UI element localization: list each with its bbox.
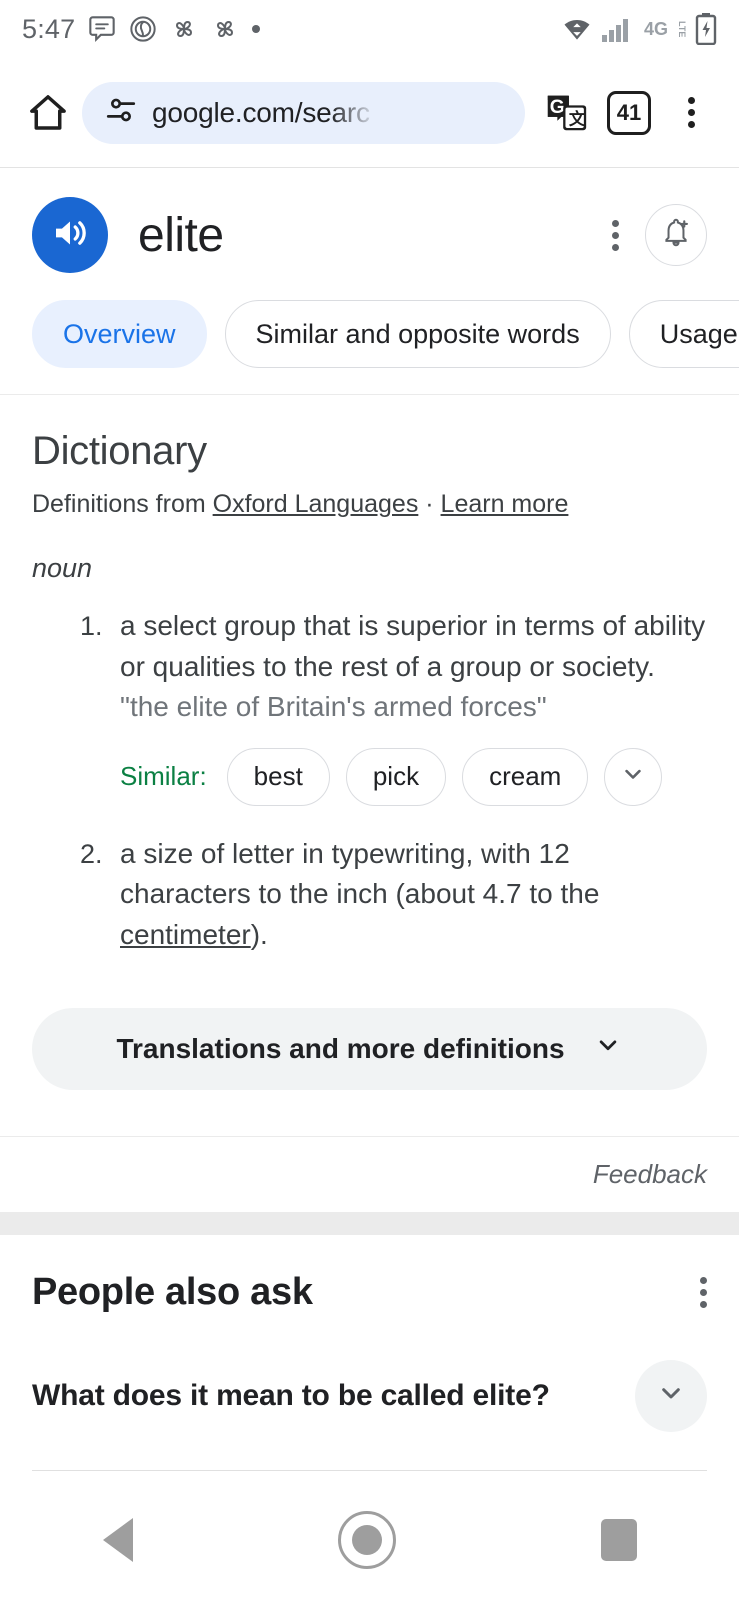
svg-text:G: G [550,97,565,118]
definition-example: "the elite of Britain's armed forces" [120,691,547,723]
pronounce-button[interactable] [32,197,108,273]
wifi-icon [562,14,592,44]
dictionary-heading: Dictionary [32,429,207,473]
tab-label: Overview [63,318,176,349]
similar-label: Similar: [120,761,207,792]
dictionary-card: Dictionary Definitions from Oxford Langu… [0,395,739,956]
people-also-ask-section: People also ask What does it mean to be … [0,1235,739,1471]
status-bar: 5:47 4G LTE [0,0,739,58]
section-divider [0,1212,739,1235]
people-also-ask-header: People also ask [32,1271,707,1314]
add-alert-button[interactable] [645,204,707,266]
word-options-button[interactable] [612,219,619,251]
source-separator: · [418,490,441,518]
tab-overview[interactable]: Overview [32,300,207,368]
dot-icon [252,25,261,33]
home-button[interactable] [20,85,76,141]
network-subtype-label: LTE [677,20,687,38]
synonym-chip-pick[interactable]: pick [345,747,447,806]
home-circle-icon [337,1511,396,1569]
learn-more-link[interactable]: Learn more [441,490,569,518]
definition-item: a size of letter in typewriting, with 12… [110,834,707,956]
speaker-icon [49,212,91,259]
question-divider [32,1469,707,1471]
people-also-ask-menu-button[interactable] [700,1276,707,1308]
android-navigation-bar [0,1480,739,1600]
chevron-down-icon [655,1377,687,1414]
battery-charging-icon [695,13,717,45]
part-of-speech: noun [32,553,93,583]
translations-and-more-definitions-button[interactable]: Translations and more definitions [32,1007,707,1090]
people-also-ask-title: People also ask [32,1270,313,1313]
tab-usage[interactable]: Usage e [628,300,739,368]
search-result-page: elite Overview Similar and opposite word… [0,168,739,1471]
status-bar-right: 4G LTE [562,13,717,45]
back-icon [102,1518,133,1562]
chevron-down-icon [593,1030,623,1067]
chevron-down-icon [619,760,647,793]
tune-icon[interactable] [104,93,138,132]
tab-label: Usage e [659,318,739,349]
home-button[interactable] [337,1511,396,1569]
definition-text: a select group that is superior in terms… [120,610,706,682]
recents-button[interactable] [600,1519,637,1561]
word-header-actions [612,204,707,266]
browser-toolbar: google.com/searc G 文 41 [0,58,739,168]
svg-text:文: 文 [569,109,586,128]
feedback-row: Feedback [0,1135,739,1213]
tab-similar-and-opposite-words[interactable]: Similar and opposite words [224,300,611,368]
synonym-label: pick [372,761,420,792]
translations-label: Translations and more definitions [116,1032,565,1064]
definition-text-part: a size of letter in typewriting, with 12… [120,837,600,910]
fingerprint-icon [129,15,157,43]
network-type-label: 4G [643,19,668,39]
oxford-languages-link[interactable]: Oxford Languages [213,490,419,518]
question-text: What does it mean to be called elite? [32,1378,550,1412]
browser-menu-button[interactable] [663,85,719,141]
tab-switcher-button[interactable]: 41 [601,85,657,141]
pinwheel-icon [211,15,239,43]
definition-list: a select group that is superior in terms… [32,606,707,956]
synonym-label: cream [489,761,562,792]
result-tabs[interactable]: Overview Similar and opposite words Usag… [0,274,739,395]
address-bar[interactable]: google.com/searc [82,81,525,144]
definition-item: a select group that is superior in terms… [110,606,707,806]
tab-count: 41 [607,90,651,135]
page-title: elite [138,208,224,262]
screen: 5:47 4G LTE google.com/searc G 文 41 elit… [0,0,739,1600]
status-bar-left: 5:47 [22,13,261,45]
google-translate-icon[interactable]: G 文 [539,85,595,141]
url-text: google.com/searc [152,96,370,128]
recents-square-icon [600,1519,637,1561]
people-also-ask-item[interactable]: What does it mean to be called elite? [32,1359,707,1432]
source-prefix: Definitions from [32,490,213,518]
definition-text: a size of letter in typewriting, with 12… [110,834,707,956]
synonym-label: best [253,761,303,792]
tab-label: Similar and opposite words [255,318,580,349]
word-header: elite [0,168,739,274]
dictionary-source: Definitions from Oxford Languages · Lear… [32,490,707,519]
feedback-link[interactable]: Feedback [593,1159,707,1190]
add-alert-bell-icon [660,217,692,254]
pinwheel-icon [170,15,198,43]
message-icon [88,15,116,43]
similar-terms-row: Similar: best pick cream [110,747,707,806]
synonym-chip-cream[interactable]: cream [462,747,589,806]
expand-question-button[interactable] [635,1359,707,1432]
back-button[interactable] [102,1518,133,1562]
status-time: 5:47 [22,13,76,44]
kebab-menu-icon [687,97,695,128]
definition-text-part: ). [250,918,268,950]
show-more-synonyms-button[interactable] [604,747,663,806]
centimeter-link[interactable]: centimeter [120,919,251,950]
synonym-chip-best[interactable]: best [226,747,330,806]
signal-icon [601,15,635,43]
